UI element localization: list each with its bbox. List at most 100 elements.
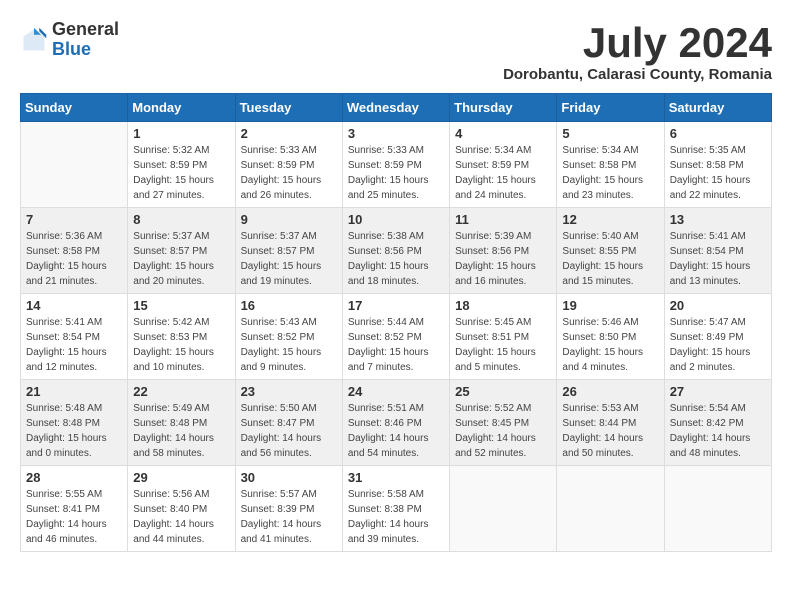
- day-header-saturday: Saturday: [664, 94, 771, 122]
- day-info: Sunrise: 5:38 AM Sunset: 8:56 PM Dayligh…: [348, 229, 444, 289]
- calendar-cell: 18 Sunrise: 5:45 AM Sunset: 8:51 PM Dayli…: [450, 294, 557, 380]
- day-info: Sunrise: 5:51 AM Sunset: 8:46 PM Dayligh…: [348, 401, 444, 461]
- calendar-cell: 12 Sunrise: 5:40 AM Sunset: 8:55 PM Dayli…: [557, 208, 664, 294]
- day-info: Sunrise: 5:40 AM Sunset: 8:55 PM Dayligh…: [562, 229, 658, 289]
- day-info: Sunrise: 5:39 AM Sunset: 8:56 PM Dayligh…: [455, 229, 551, 289]
- day-number: 22: [133, 384, 229, 399]
- day-info: Sunrise: 5:57 AM Sunset: 8:39 PM Dayligh…: [241, 487, 337, 547]
- day-info: Sunrise: 5:35 AM Sunset: 8:58 PM Dayligh…: [670, 143, 766, 203]
- day-number: 15: [133, 298, 229, 313]
- calendar-cell: 28 Sunrise: 5:55 AM Sunset: 8:41 PM Dayli…: [21, 466, 128, 552]
- day-number: 26: [562, 384, 658, 399]
- month-title: July 2024: [503, 20, 772, 66]
- day-number: 2: [241, 126, 337, 141]
- calendar-cell: 2 Sunrise: 5:33 AM Sunset: 8:59 PM Daylig…: [235, 122, 342, 208]
- day-info: Sunrise: 5:36 AM Sunset: 8:58 PM Dayligh…: [26, 229, 122, 289]
- calendar-cell: 15 Sunrise: 5:42 AM Sunset: 8:53 PM Dayli…: [128, 294, 235, 380]
- header: General Blue July 2024 Dorobantu, Calara…: [20, 20, 772, 83]
- calendar-cell: 24 Sunrise: 5:51 AM Sunset: 8:46 PM Dayli…: [342, 380, 449, 466]
- calendar-cell: 14 Sunrise: 5:41 AM Sunset: 8:54 PM Dayli…: [21, 294, 128, 380]
- title-area: July 2024 Dorobantu, Calarasi County, Ro…: [503, 20, 772, 83]
- calendar-cell: 25Sunrise: 5:52 AM Sunset: 8:45 PM Dayli…: [450, 380, 557, 466]
- day-number: 18: [455, 298, 551, 313]
- day-number: 11: [455, 212, 551, 227]
- calendar-cell: 30 Sunrise: 5:57 AM Sunset: 8:39 PM Dayli…: [235, 466, 342, 552]
- day-info: Sunrise: 5:45 AM Sunset: 8:51 PM Dayligh…: [455, 315, 551, 375]
- day-number: 20: [670, 298, 766, 313]
- day-number: 29: [133, 470, 229, 485]
- day-number: 8: [133, 212, 229, 227]
- day-info: Sunrise: 5:42 AM Sunset: 8:53 PM Dayligh…: [133, 315, 229, 375]
- day-info: Sunrise: 5:55 AM Sunset: 8:41 PM Dayligh…: [26, 487, 122, 547]
- calendar-week-row: 21 Sunrise: 5:48 AM Sunset: 8:48 PM Dayli…: [21, 380, 772, 466]
- day-number: 24: [348, 384, 444, 399]
- day-number: 19: [562, 298, 658, 313]
- calendar-cell: [664, 466, 771, 552]
- day-number: 17: [348, 298, 444, 313]
- calendar-cell: 23Sunrise: 5:50 AM Sunset: 8:47 PM Dayli…: [235, 380, 342, 466]
- day-header-monday: Monday: [128, 94, 235, 122]
- day-info: Sunrise: 5:33 AM Sunset: 8:59 PM Dayligh…: [348, 143, 444, 203]
- day-info: Sunrise: 5:50 AM Sunset: 8:47 PM Dayligh…: [241, 401, 337, 461]
- location-subtitle: Dorobantu, Calarasi County, Romania: [503, 66, 772, 83]
- calendar-cell: 11 Sunrise: 5:39 AM Sunset: 8:56 PM Dayli…: [450, 208, 557, 294]
- day-info: Sunrise: 5:41 AM Sunset: 8:54 PM Dayligh…: [26, 315, 122, 375]
- calendar-cell: 6 Sunrise: 5:35 AM Sunset: 8:58 PM Daylig…: [664, 122, 771, 208]
- day-number: 13: [670, 212, 766, 227]
- day-info: Sunrise: 5:37 AM Sunset: 8:57 PM Dayligh…: [241, 229, 337, 289]
- calendar-cell: 10Sunrise: 5:38 AM Sunset: 8:56 PM Dayli…: [342, 208, 449, 294]
- calendar-week-row: 7 Sunrise: 5:36 AM Sunset: 8:58 PM Daylig…: [21, 208, 772, 294]
- day-header-friday: Friday: [557, 94, 664, 122]
- day-number: 21: [26, 384, 122, 399]
- day-number: 5: [562, 126, 658, 141]
- day-number: 30: [241, 470, 337, 485]
- calendar-cell: 26 Sunrise: 5:53 AM Sunset: 8:44 PM Dayli…: [557, 380, 664, 466]
- day-header-tuesday: Tuesday: [235, 94, 342, 122]
- calendar-cell: 22 Sunrise: 5:49 AM Sunset: 8:48 PM Dayli…: [128, 380, 235, 466]
- day-number: 1: [133, 126, 229, 141]
- day-info: Sunrise: 5:56 AM Sunset: 8:40 PM Dayligh…: [133, 487, 229, 547]
- calendar-cell: 20Sunrise: 5:47 AM Sunset: 8:49 PM Dayli…: [664, 294, 771, 380]
- calendar-cell: 4 Sunrise: 5:34 AM Sunset: 8:59 PM Daylig…: [450, 122, 557, 208]
- calendar-cell: 13Sunrise: 5:41 AM Sunset: 8:54 PM Dayli…: [664, 208, 771, 294]
- day-header-sunday: Sunday: [21, 94, 128, 122]
- day-info: Sunrise: 5:44 AM Sunset: 8:52 PM Dayligh…: [348, 315, 444, 375]
- day-header-thursday: Thursday: [450, 94, 557, 122]
- day-info: Sunrise: 5:46 AM Sunset: 8:50 PM Dayligh…: [562, 315, 658, 375]
- day-info: Sunrise: 5:48 AM Sunset: 8:48 PM Dayligh…: [26, 401, 122, 461]
- day-number: 6: [670, 126, 766, 141]
- day-number: 12: [562, 212, 658, 227]
- day-number: 4: [455, 126, 551, 141]
- logo-icon: [20, 26, 48, 54]
- day-info: Sunrise: 5:33 AM Sunset: 8:59 PM Dayligh…: [241, 143, 337, 203]
- calendar-cell: 29 Sunrise: 5:56 AM Sunset: 8:40 PM Dayli…: [128, 466, 235, 552]
- calendar-cell: [450, 466, 557, 552]
- day-info: Sunrise: 5:58 AM Sunset: 8:38 PM Dayligh…: [348, 487, 444, 547]
- day-number: 31: [348, 470, 444, 485]
- day-info: Sunrise: 5:52 AM Sunset: 8:45 PM Dayligh…: [455, 401, 551, 461]
- calendar-cell: [21, 122, 128, 208]
- day-info: Sunrise: 5:53 AM Sunset: 8:44 PM Dayligh…: [562, 401, 658, 461]
- day-info: Sunrise: 5:49 AM Sunset: 8:48 PM Dayligh…: [133, 401, 229, 461]
- day-number: 14: [26, 298, 122, 313]
- calendar-week-row: 1Sunrise: 5:32 AM Sunset: 8:59 PM Daylig…: [21, 122, 772, 208]
- day-number: 7: [26, 212, 122, 227]
- day-info: Sunrise: 5:34 AM Sunset: 8:59 PM Dayligh…: [455, 143, 551, 203]
- logo-text: General Blue: [52, 20, 119, 60]
- calendar-cell: 27 Sunrise: 5:54 AM Sunset: 8:42 PM Dayli…: [664, 380, 771, 466]
- day-number: 9: [241, 212, 337, 227]
- calendar-cell: 1Sunrise: 5:32 AM Sunset: 8:59 PM Daylig…: [128, 122, 235, 208]
- day-info: Sunrise: 5:54 AM Sunset: 8:42 PM Dayligh…: [670, 401, 766, 461]
- calendar-cell: 19 Sunrise: 5:46 AM Sunset: 8:50 PM Dayli…: [557, 294, 664, 380]
- day-number: 28: [26, 470, 122, 485]
- calendar-cell: 7 Sunrise: 5:36 AM Sunset: 8:58 PM Daylig…: [21, 208, 128, 294]
- calendar-cell: 8Sunrise: 5:37 AM Sunset: 8:57 PM Daylig…: [128, 208, 235, 294]
- logo-general: General: [52, 19, 119, 39]
- calendar-table: SundayMondayTuesdayWednesdayThursdayFrid…: [20, 93, 772, 552]
- logo-blue: Blue: [52, 39, 91, 59]
- day-number: 27: [670, 384, 766, 399]
- calendar-week-row: 14 Sunrise: 5:41 AM Sunset: 8:54 PM Dayli…: [21, 294, 772, 380]
- day-info: Sunrise: 5:34 AM Sunset: 8:58 PM Dayligh…: [562, 143, 658, 203]
- calendar-cell: [557, 466, 664, 552]
- calendar-cell: 9 Sunrise: 5:37 AM Sunset: 8:57 PM Daylig…: [235, 208, 342, 294]
